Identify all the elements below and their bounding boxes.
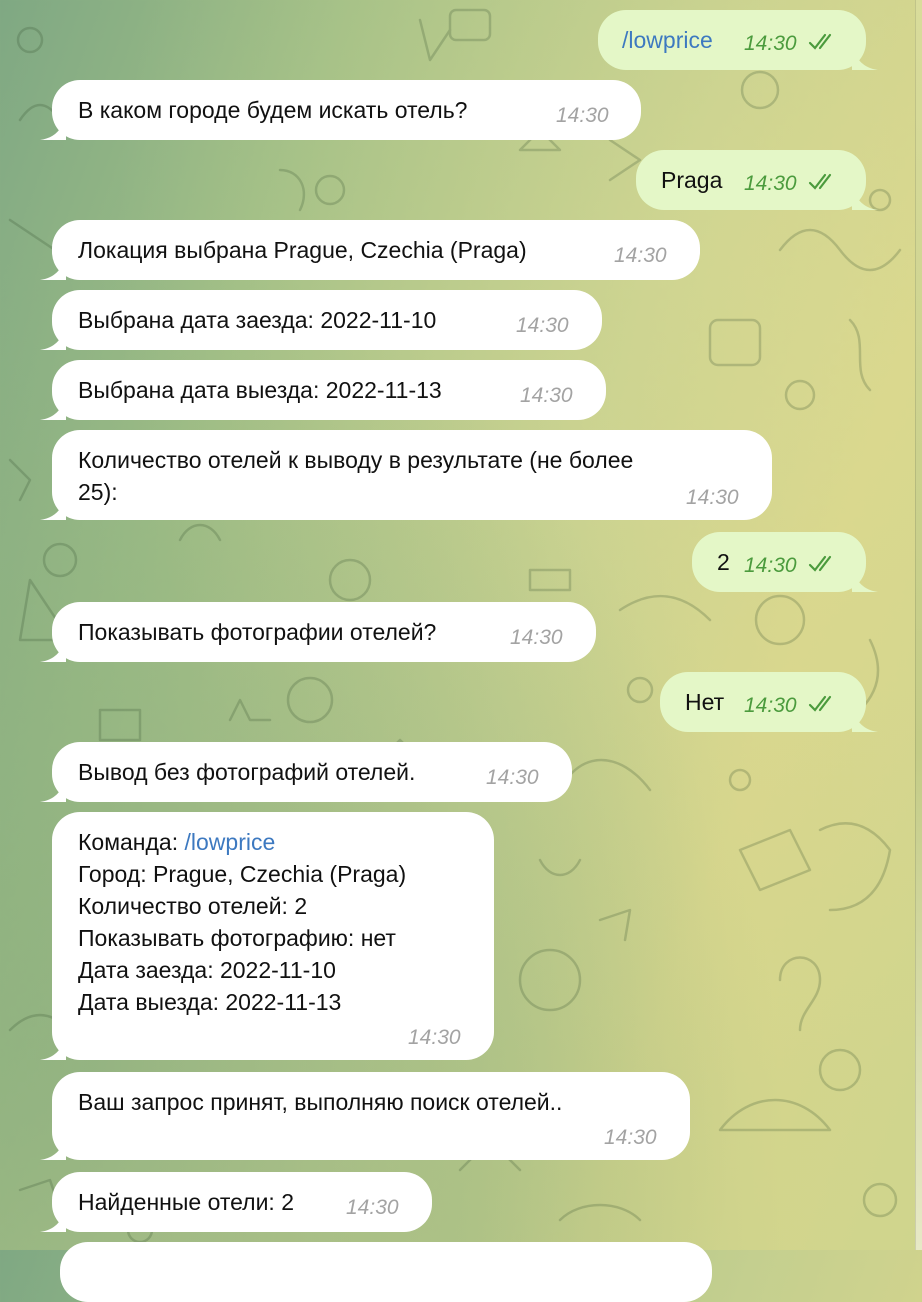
bubble-tail: [40, 326, 66, 350]
incoming-message: Количество отелей к выводу в результате …: [40, 430, 772, 520]
message-text: Найденные отели: 2: [78, 1189, 295, 1215]
message-text: 2: [717, 549, 730, 575]
bubble-tail: [40, 396, 66, 420]
incoming-message: Выбрана дата заезда: 2022-11-10 14:30: [40, 290, 602, 350]
message-text: Вывод без фотографий отелей.: [78, 759, 416, 785]
message-time: 14:30: [486, 766, 539, 789]
incoming-message: Вывод без фотографий отелей. 14:30: [40, 742, 572, 802]
bubble-tail: [40, 638, 66, 662]
outgoing-message: Нет 14:30: [660, 672, 878, 732]
window-edge: [915, 0, 922, 1250]
bubble-tail: [40, 1036, 66, 1060]
summary-line-photos: Показывать фотографию: нет: [78, 925, 396, 951]
message-text[interactable]: /lowprice: [622, 24, 713, 56]
bubble-tail: [40, 256, 66, 280]
message-text: Выбрана дата заезда: 2022-11-10: [78, 307, 437, 333]
message-time: 14:30: [408, 1026, 461, 1049]
outgoing-message: Praga 14:30: [636, 150, 878, 210]
message-time: 14:30: [744, 694, 797, 717]
summary-command-line: Команда: /lowprice: [78, 826, 406, 858]
message-text: Ваш запрос принят, выполняю поиск отелей…: [78, 1089, 563, 1115]
outgoing-message: 2 14:30: [692, 532, 878, 592]
message-time: 14:30: [346, 1196, 399, 1219]
bubble-tail: [852, 46, 878, 70]
message-text: Локация выбрана Prague, Czechia (Praga): [78, 237, 527, 263]
bubble-tail: [852, 568, 878, 592]
message-text: Нет: [685, 689, 725, 715]
double-check-icon: [808, 695, 832, 712]
incoming-message-summary: Команда: /lowprice Город: Prague, Czechi…: [40, 812, 494, 1060]
message-time: 14:30: [614, 244, 667, 267]
bubble-tail: [40, 496, 66, 520]
bubble-tail: [852, 186, 878, 210]
incoming-message: Выбрана дата выезда: 2022-11-13 14:30: [40, 360, 606, 420]
bubble-tail: [40, 1208, 66, 1232]
incoming-message: Найденные отели: 2 14:30: [40, 1172, 432, 1232]
message-time: 14:30: [744, 172, 797, 195]
incoming-message: Показывать фотографии отелей? 14:30: [40, 602, 596, 662]
summary-line-checkin: Дата заезда: 2022-11-10: [78, 957, 336, 983]
message-text: Выбрана дата выезда: 2022-11-13: [78, 377, 442, 403]
message-time: 14:30: [604, 1126, 657, 1149]
double-check-icon: [808, 555, 832, 572]
double-check-icon: [808, 33, 832, 50]
double-check-icon: [808, 173, 832, 190]
bubble-tail: [40, 1136, 66, 1160]
incoming-message: В каком городе будем искать отель? 14:30: [40, 80, 641, 140]
summary-line-checkout: Дата выезда: 2022-11-13: [78, 989, 342, 1015]
message-time: 14:30: [744, 32, 797, 55]
message-text: Показывать фотографии отелей?: [78, 619, 437, 645]
message-text: Количество отелей к выводу в результате …: [78, 444, 634, 505]
message-time: 14:30: [510, 626, 563, 649]
message-line: Количество отелей к выводу в результате …: [78, 447, 634, 473]
summary-command-label: Команда:: [78, 829, 185, 855]
message-time: 14:30: [516, 314, 569, 337]
command-link[interactable]: /lowprice: [185, 829, 276, 855]
message-time: 14:30: [556, 104, 609, 127]
message-text: В каком городе будем искать отель?: [78, 97, 468, 123]
message-text: Praga: [661, 167, 723, 193]
bubble-tail: [852, 708, 878, 732]
incoming-message: Локация выбрана Prague, Czechia (Praga) …: [40, 220, 700, 280]
summary-text: Команда: /lowprice Город: Prague, Czechi…: [78, 826, 406, 1015]
incoming-message: Ваш запрос принят, выполняю поиск отелей…: [40, 1072, 690, 1160]
outgoing-message-command[interactable]: /lowprice 14:30: [598, 10, 878, 70]
message-time: 14:30: [744, 554, 797, 577]
summary-line-hotels-count: Количество отелей: 2: [78, 893, 308, 919]
message-line: 25):: [78, 479, 118, 505]
summary-line-city: Город: Prague, Czechia (Praga): [78, 861, 407, 887]
bubble-tail: [40, 778, 66, 802]
message-time: 14:30: [520, 384, 573, 407]
message-time: 14:30: [686, 486, 739, 509]
incoming-message-partial: [60, 1242, 712, 1302]
bubble-tail: [40, 116, 66, 140]
